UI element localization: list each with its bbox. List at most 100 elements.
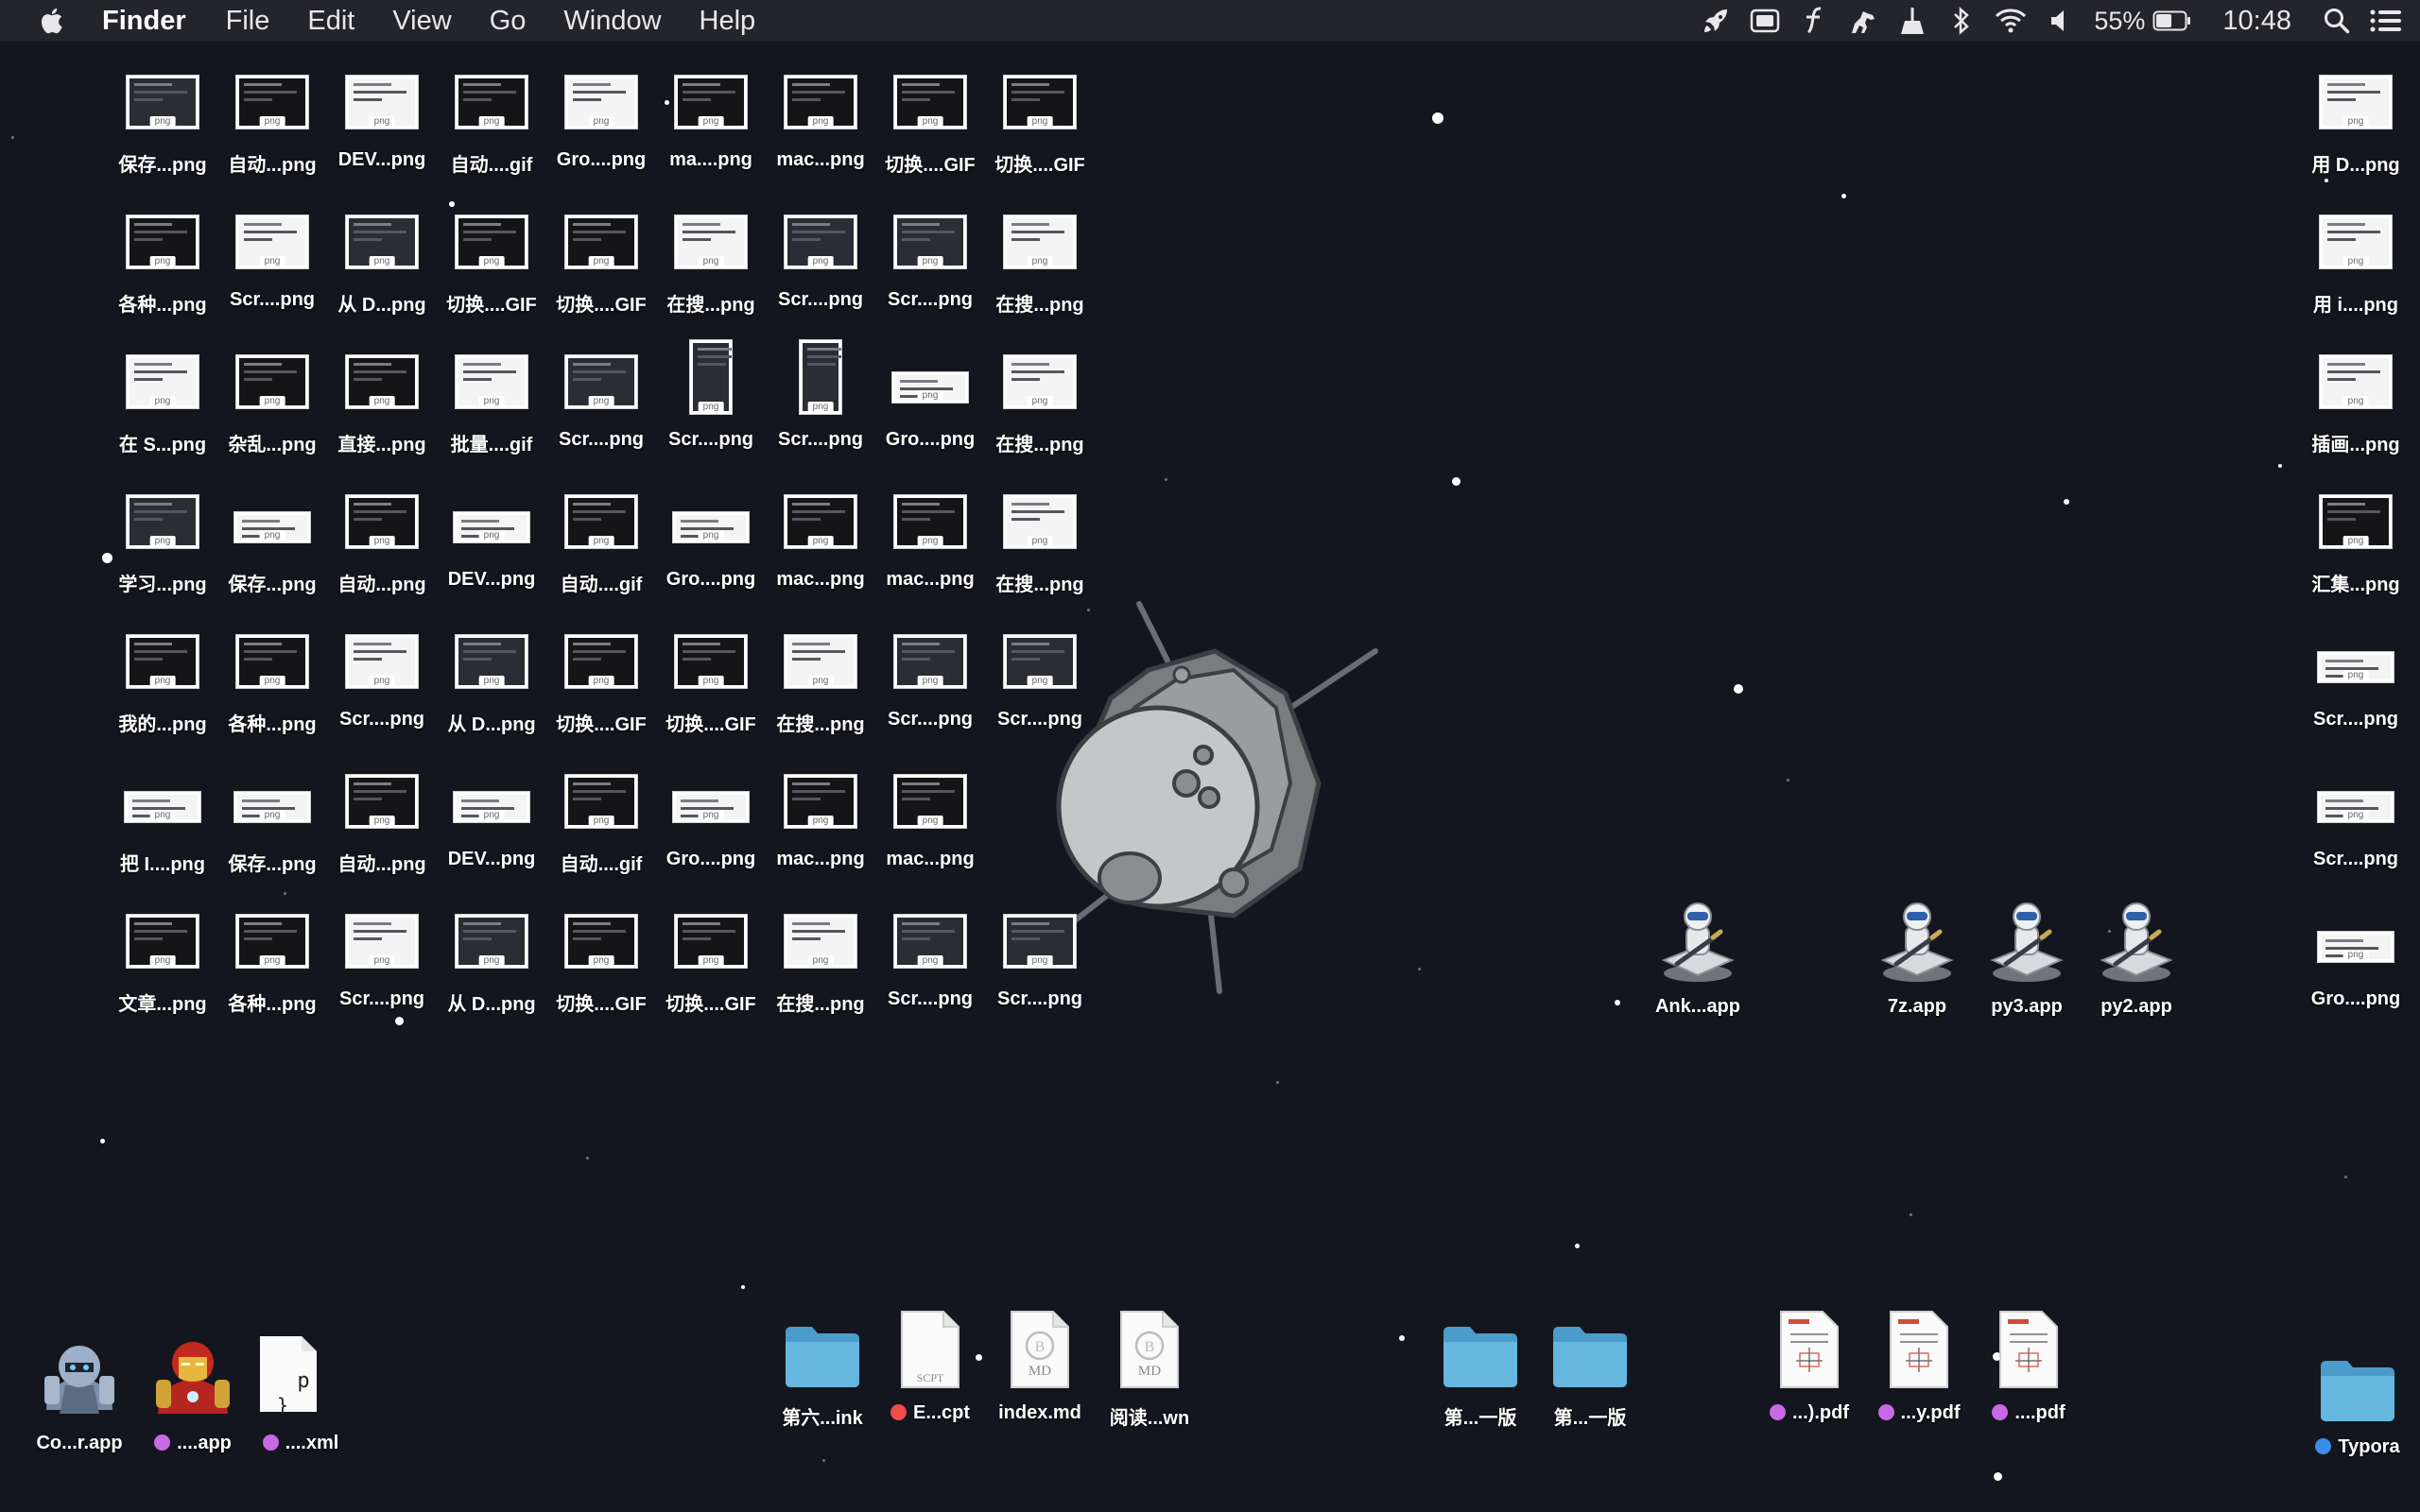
desktop-file-item[interactable]: png Scr....png [875,618,985,741]
automator-app-item[interactable]: py3.app [1972,898,2082,1018]
typora-folder-item[interactable]: Typora [2303,1342,2412,1458]
desktop-file-item[interactable]: png 在搜...png [656,198,766,321]
desktop-file-item[interactable]: png 各种...png [217,898,327,1021]
desktop-file-item[interactable]: png 用 D...png [2301,59,2411,181]
desktop-folder-item[interactable]: 第...一版 [1426,1308,1535,1430]
desktop-file-item[interactable]: png 保存...png [217,478,327,601]
desktop-file-item[interactable]: png 切换....GIF [656,618,766,741]
desktop-file-item[interactable]: png 切换....GIF [546,198,656,321]
desktop-file-item[interactable]: png ma....png [656,59,766,181]
desktop-file-item[interactable]: png 在搜...png [985,338,1095,461]
desktop-file-item[interactable]: png 文章...png [108,898,217,1021]
pdf-file-item[interactable]: ....pdf [1974,1308,2083,1424]
desktop-file-item[interactable]: png 批量....gif [437,338,546,461]
desktop-file-item[interactable]: png 自动...png [327,478,437,601]
desktop-file-item[interactable]: png 切换....GIF [546,898,656,1021]
menu-file[interactable]: File [226,6,270,37]
wifi-icon[interactable] [1990,0,2031,42]
desktop-file-item[interactable]: png 从 D...png [327,198,437,321]
menu-view[interactable]: View [392,6,451,37]
desktop-file-item[interactable]: 第六...ink [768,1308,877,1430]
desktop-file-item[interactable]: png 在搜...png [766,898,875,1021]
typography-icon[interactable] [1793,0,1835,42]
apple-menu-icon[interactable] [38,7,64,35]
desktop-file-item[interactable]: png Scr....png [217,198,327,321]
menubar-clock[interactable]: 10:48 [2222,6,2291,37]
desktop-file-item[interactable]: png Scr....png [875,198,985,321]
desktop-file-item[interactable]: png mac...png [766,758,875,881]
desktop-file-item[interactable]: png 保存...png [217,758,327,881]
desktop-file-item[interactable]: png 切换....GIF [875,59,985,181]
desktop-file-item[interactable]: png DEV...png [327,59,437,181]
desktop-file-item[interactable]: png Scr....png [327,618,437,741]
desktop-file-item[interactable]: ....app [138,1334,248,1454]
desktop-file-item[interactable]: png DEV...png [437,478,546,601]
volume-icon[interactable] [2039,0,2081,42]
desktop-file-item[interactable]: png Scr....png [2301,758,2411,881]
desktop-file-item[interactable]: png 在 S...png [108,338,217,461]
desktop-file-item[interactable]: png Scr....png [327,898,437,1021]
desktop-file-item[interactable]: png 杂乱...png [217,338,327,461]
desktop-file-item[interactable]: png 学习...png [108,478,217,601]
desktop-folder-item[interactable]: 第...一版 [1535,1308,1645,1430]
desktop-file-item[interactable]: png mac...png [766,59,875,181]
desktop-file-item[interactable]: png 从 D...png [437,898,546,1021]
battery-percent[interactable]: 55% [2094,7,2145,36]
desktop-file-item[interactable]: png Gro....png [546,59,656,181]
desktop-file-item[interactable]: Co...r.app [25,1334,134,1454]
battery-icon[interactable] [2151,0,2194,42]
pdf-file-item[interactable]: ...y.pdf [1864,1308,1974,1424]
desktop-file-item[interactable]: png 各种...png [217,618,327,741]
desktop-file-item[interactable]: png 自动....gif [546,478,656,601]
desktop-file-item[interactable]: B MD index.md [985,1308,1095,1424]
desktop-file-item[interactable]: png 自动...png [217,59,327,181]
automator-app-item[interactable]: 7z.app [1862,898,1972,1018]
desktop-file-item[interactable]: png Gro....png [2301,898,2411,1021]
spotlight-search-icon[interactable] [2316,0,2358,42]
desktop-file-item[interactable]: B MD 阅读...wn [1095,1308,1204,1430]
desktop-file-item[interactable]: png 直接...png [327,338,437,461]
desktop-file-item[interactable]: png Gro....png [875,338,985,461]
desktop-file-item[interactable]: png Scr....png [875,898,985,1021]
desktop-file-item[interactable]: png Scr....png [656,338,766,461]
desktop-file-item[interactable]: png Scr....png [546,338,656,461]
menu-window[interactable]: Window [563,6,661,37]
automator-app-item[interactable]: Ank...app [1643,898,1753,1018]
desktop-file-item[interactable]: png 自动....gif [546,758,656,881]
broom-icon[interactable] [1892,0,1933,42]
desktop-file-item[interactable]: SCPT E...cpt [875,1308,985,1424]
pdf-file-item[interactable]: ...).pdf [1754,1308,1864,1424]
desktop-file-item[interactable]: png Scr....png [985,618,1095,741]
bluetooth-icon[interactable] [1941,0,1982,42]
desktop-file-item[interactable]: png mac...png [766,478,875,601]
desktop-file-item[interactable]: png Scr....png [985,898,1095,1021]
desktop-file-item[interactable]: png 切换....GIF [656,898,766,1021]
menu-go[interactable]: Go [490,6,527,37]
desktop-file-item[interactable]: png 用 i....png [2301,198,2411,321]
app-menu-finder[interactable]: Finder [102,6,186,37]
desktop[interactable]: png 保存...png png 自动...png png DEV...png png 自动.… [0,42,2420,1512]
desktop-file-item[interactable]: png mac...png [875,478,985,601]
desktop-file-item[interactable]: png 保存...png [108,59,217,181]
desktop-file-item[interactable]: png 在搜...png [766,618,875,741]
desktop-file-item[interactable]: png DEV...png [437,758,546,881]
desktop-file-item[interactable]: png 汇集...png [2301,478,2411,601]
desktop-file-item[interactable]: png 在搜...png [985,478,1095,601]
notification-center-icon[interactable] [2365,0,2407,42]
desktop-file-item[interactable]: png 各种...png [108,198,217,321]
automator-app-item[interactable]: py2.app [2082,898,2191,1018]
desktop-file-item[interactable]: png 自动....gif [437,59,546,181]
desktop-file-item[interactable]: png 我的...png [108,618,217,741]
desktop-file-item[interactable]: png 在搜...png [985,198,1095,321]
desktop-file-item[interactable]: png Scr....png [766,338,875,461]
menu-edit[interactable]: Edit [307,6,354,37]
vm-icon[interactable] [1744,0,1786,42]
desktop-file-item[interactable]: png 插画...png [2301,338,2411,461]
desktop-file-item[interactable]: png 切换....GIF [546,618,656,741]
desktop-file-item[interactable]: p} ....xml [246,1334,355,1454]
desktop-file-item[interactable]: png Gro....png [656,758,766,881]
menu-help[interactable]: Help [700,6,756,37]
desktop-file-item[interactable]: png 切换....GIF [985,59,1095,181]
desktop-file-item[interactable]: png 从 D...png [437,618,546,741]
desktop-file-item[interactable]: png Scr....png [2301,618,2411,741]
